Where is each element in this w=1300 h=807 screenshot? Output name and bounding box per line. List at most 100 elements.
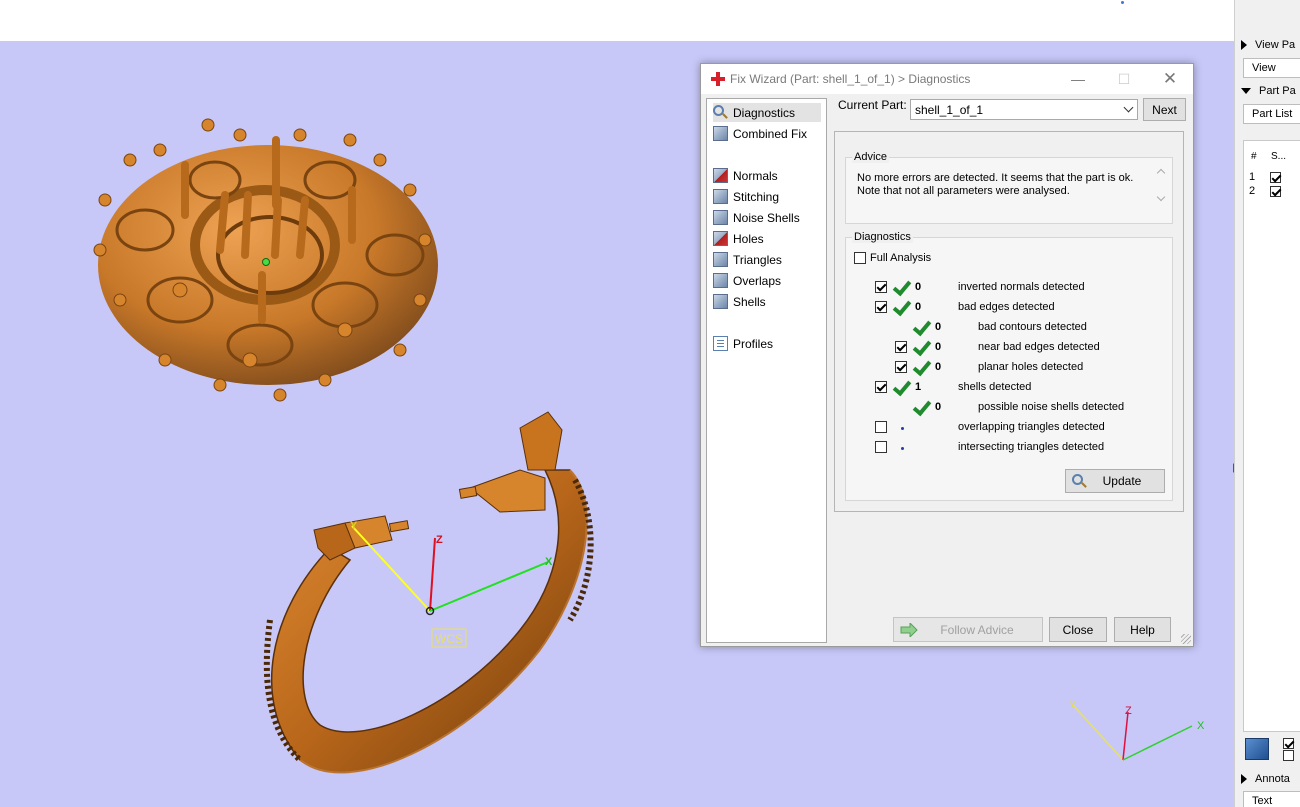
row-checkbox[interactable] <box>875 281 887 293</box>
follow-advice-label: Follow Advice <box>940 622 1014 637</box>
part-list-table: # S... 1 2 <box>1243 140 1300 732</box>
wcs-label: WCS <box>435 632 463 646</box>
mini-y-label: Y <box>1069 699 1077 711</box>
nav-item-label: Noise Shells <box>733 210 800 225</box>
overlaps-icon <box>713 273 728 288</box>
row-checkbox[interactable] <box>875 381 887 393</box>
ok-check-icon <box>912 359 929 375</box>
result-text: intersecting triangles detected <box>958 441 1105 453</box>
advice-group: Advice No more errors are detected. It s… <box>845 151 1173 224</box>
tab-part-list[interactable]: Part List <box>1243 104 1300 124</box>
not-run-dot-icon <box>901 427 904 430</box>
result-count: 0 <box>935 361 942 373</box>
nav-item-label: Shells <box>733 294 766 309</box>
nav-item-triangles[interactable]: Triangles <box>713 250 782 269</box>
top-toolbar-area <box>0 0 1240 41</box>
ring-band-model <box>263 411 594 774</box>
normals-icon <box>713 168 728 183</box>
follow-advice-button[interactable]: Follow Advice <box>893 617 1043 642</box>
nav-item-profiles[interactable]: Profiles <box>713 334 773 353</box>
red-cross-icon <box>711 72 725 86</box>
result-count: 0 <box>915 281 922 293</box>
dialog-title: Fix Wizard (Part: shell_1_of_1) > Diagno… <box>730 72 971 86</box>
wizard-nav-list: Diagnostics Combined Fix Normals Stitchi… <box>706 98 827 643</box>
nav-item-noise-shells[interactable]: Noise Shells <box>713 208 800 227</box>
row-visibility-checkbox[interactable] <box>1270 171 1282 183</box>
row-checkbox[interactable] <box>895 361 907 373</box>
mini-x-label: X <box>1197 720 1205 732</box>
nav-item-overlaps[interactable]: Overlaps <box>713 271 781 290</box>
magnifier-icon <box>1072 474 1083 485</box>
nav-item-label: Diagnostics <box>733 105 796 120</box>
close-window-button[interactable]: ✕ <box>1147 64 1193 94</box>
nav-item-label: Profiles <box>733 336 774 351</box>
magnifier-icon <box>713 105 724 116</box>
result-text: shells detected <box>958 381 1032 393</box>
not-run-dot-icon <box>901 447 904 450</box>
green-arrow-icon <box>900 621 918 639</box>
resize-grip-icon[interactable] <box>1181 634 1191 644</box>
holes-icon <box>713 231 728 246</box>
view-pages-header[interactable]: View Pa <box>1241 37 1295 53</box>
scroll-up-icon[interactable] <box>1156 168 1166 178</box>
view-pages-title: View Pa <box>1255 39 1296 51</box>
y-axis-label: Y <box>350 520 358 532</box>
next-button[interactable]: Next <box>1143 98 1186 121</box>
row-number: 2 <box>1249 185 1256 197</box>
help-button[interactable]: Help <box>1114 617 1171 642</box>
result-count: 0 <box>915 301 922 313</box>
row-checkbox[interactable] <box>875 421 887 433</box>
advice-title: Advice <box>852 151 890 163</box>
diagnostics-group: Diagnostics Full Analysis 0 inverted nor… <box>845 231 1173 501</box>
row-checkbox[interactable] <box>875 301 887 313</box>
cube-view-icon[interactable] <box>1245 738 1269 760</box>
ok-check-icon <box>892 279 909 295</box>
nav-item-combined-fix[interactable]: Combined Fix <box>713 124 807 143</box>
row-checkbox[interactable] <box>895 341 907 353</box>
scroll-down-icon[interactable] <box>1156 192 1166 202</box>
advice-scrollbar[interactable] <box>1155 166 1169 208</box>
crown-model <box>93 118 438 402</box>
full-analysis-checkbox[interactable] <box>854 252 866 264</box>
nav-item-label: Overlaps <box>733 273 782 288</box>
row-visibility-checkbox[interactable] <box>1270 185 1282 197</box>
expand-arrow-icon <box>1241 774 1247 784</box>
stitching-icon <box>713 189 728 204</box>
result-text: possible noise shells detected <box>978 401 1125 413</box>
row-checkbox[interactable] <box>875 441 887 453</box>
result-text: overlapping triangles detected <box>958 421 1105 433</box>
display-option-checkbox[interactable] <box>1283 738 1294 749</box>
update-button[interactable]: Update <box>1065 469 1165 493</box>
result-text: inverted normals detected <box>958 281 1085 293</box>
tab-view[interactable]: View <box>1243 58 1300 78</box>
advice-text: No more errors are detected. It seems th… <box>857 172 1134 197</box>
nav-item-diagnostics[interactable]: Diagnostics <box>713 103 821 122</box>
nav-item-label: Holes <box>733 231 764 246</box>
maximize-button[interactable]: ☐ <box>1101 64 1147 94</box>
minimize-button[interactable]: — <box>1055 64 1101 94</box>
nav-item-label: Combined Fix <box>733 126 808 141</box>
triangles-icon <box>713 252 728 267</box>
nav-item-holes[interactable]: Holes <box>713 229 764 248</box>
nav-item-shells[interactable]: Shells <box>713 292 766 311</box>
ok-check-icon <box>892 379 909 395</box>
tab-text[interactable]: Text <box>1243 791 1300 807</box>
col-number-header: # <box>1251 151 1257 162</box>
ok-check-icon <box>912 339 929 355</box>
nav-item-stitching[interactable]: Stitching <box>713 187 779 206</box>
table-row[interactable]: 1 <box>1249 171 1282 183</box>
display-option-checkbox-2[interactable] <box>1283 750 1294 761</box>
current-part-label: Current Part: <box>838 98 907 112</box>
annotations-header[interactable]: Annota <box>1241 771 1290 787</box>
noise-shells-icon <box>713 210 728 225</box>
row-number: 1 <box>1249 171 1256 183</box>
nav-item-normals[interactable]: Normals <box>713 166 778 185</box>
ok-check-icon <box>892 299 909 315</box>
close-button[interactable]: Close <box>1049 617 1107 642</box>
part-pages-header[interactable]: Part Pa <box>1241 83 1296 99</box>
update-label: Update <box>1102 474 1142 488</box>
current-part-select[interactable]: shell_1_of_1 <box>910 99 1138 120</box>
table-row[interactable]: 2 <box>1249 185 1282 197</box>
result-text: bad edges detected <box>958 301 1055 313</box>
dialog-titlebar[interactable]: Fix Wizard (Part: shell_1_of_1) > Diagno… <box>701 64 1193 94</box>
